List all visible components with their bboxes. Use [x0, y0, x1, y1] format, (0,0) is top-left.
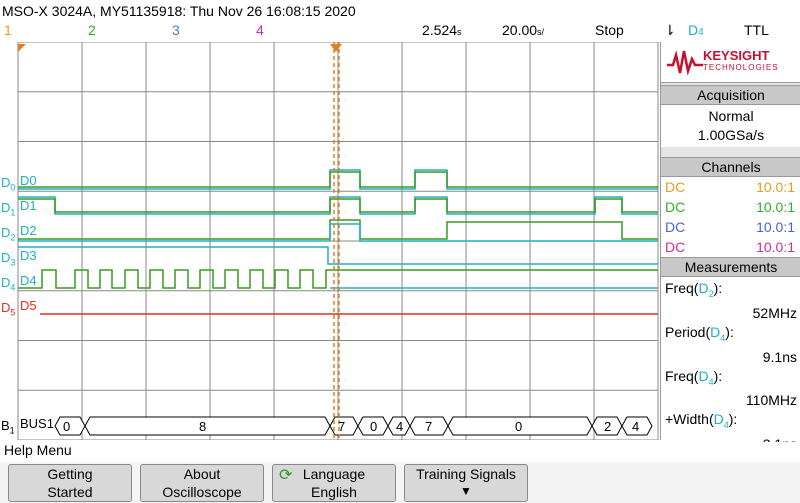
acquisition-mode: Normal	[708, 108, 754, 124]
measurement-value: 52MHz	[752, 304, 797, 321]
measurement-value: 110MHz	[745, 392, 797, 409]
d3-label: D3	[20, 248, 37, 263]
language-button[interactable]: ⟳ Language English	[272, 464, 396, 502]
d4-label: D4	[20, 273, 37, 288]
help-menu-label: Help Menu	[0, 442, 800, 462]
right-sidebar: KEYSIGHT TECHNOLOGIES Acquisition Normal …	[660, 42, 800, 455]
acquisition-panel: Normal 1.00GSa/s	[661, 105, 800, 147]
d2-tag: D2	[1, 225, 16, 243]
bus-value: 7	[425, 419, 433, 434]
channel-row-1[interactable]: DC 10.0:1	[661, 177, 800, 197]
bus-value: 0	[370, 419, 378, 434]
timebase-scale[interactable]: 20.00s/	[502, 22, 544, 38]
logo-brand: KEYSIGHT	[703, 48, 770, 63]
measurements-panel: Freq(D2): 52MHz Period(D4): 9.1ns Freq(D…	[661, 277, 800, 455]
d0-tag: D0	[1, 175, 16, 193]
channel-3-label[interactable]: 3	[172, 22, 180, 38]
arrow-down-icon: ▼	[460, 484, 472, 498]
logo-sub: TECHNOLOGIES	[703, 63, 779, 72]
bus-value: 0	[63, 419, 71, 434]
channel-1-label[interactable]: 1	[4, 22, 12, 38]
bus-value: 2	[604, 419, 612, 434]
channel-4-label[interactable]: 4	[256, 22, 264, 38]
getting-started-button[interactable]: Getting Started	[8, 464, 132, 502]
bus-value: 4	[632, 419, 640, 434]
softkey-bar: Getting Started About Oscilloscope ⟳ Langu…	[0, 462, 800, 503]
trigger-type[interactable]: TTL	[744, 22, 769, 38]
d4-tag: D4	[1, 275, 16, 293]
timebase-delay[interactable]: 2.524s	[422, 22, 462, 38]
bus-value: 8	[199, 419, 207, 434]
d5-label: D5	[20, 298, 37, 313]
bus-value: 0	[515, 419, 523, 434]
d3-tag: D3	[1, 250, 16, 268]
bus-segment	[84, 416, 331, 436]
bus-label: BUS1	[20, 416, 54, 431]
run-state[interactable]: Stop	[595, 22, 624, 38]
channels-header[interactable]: Channels	[661, 157, 800, 177]
bus-tag: B1	[1, 418, 15, 436]
measurement-label: +Width(D4):	[665, 411, 738, 431]
measurement-value: 9.1ns	[762, 348, 797, 365]
training-signals-button[interactable]: Training Signals ▼	[404, 464, 528, 502]
rotate-icon: ⟳	[279, 467, 293, 484]
channel-row-2[interactable]: DC 10.0:1	[661, 197, 800, 217]
measurements-header[interactable]: Measurements	[661, 257, 800, 277]
acquisition-header[interactable]: Acquisition	[661, 85, 800, 105]
about-oscilloscope-button[interactable]: About Oscilloscope	[140, 464, 264, 502]
channel-row-4[interactable]: DC 10.0:1	[661, 237, 800, 257]
bus-value: 4	[396, 419, 404, 434]
measurement-label: Freq(D4):	[665, 367, 723, 387]
channel-2-label[interactable]: 2	[88, 22, 96, 38]
waveform-display[interactable]	[0, 42, 660, 440]
d1-tag: D1	[1, 200, 16, 218]
d1-label: D1	[20, 198, 37, 213]
bus-value: 7	[338, 419, 346, 434]
channel-row-3[interactable]: DC 10.0:1	[661, 217, 800, 237]
measurement-label: Period(D4):	[665, 323, 734, 343]
d2-label: D2	[20, 223, 37, 238]
trigger-source[interactable]: D4	[688, 22, 704, 38]
keysight-wave-icon	[667, 50, 703, 76]
d5-tag: D5	[1, 300, 16, 318]
trigger-edge-icon: ⇂	[664, 22, 676, 38]
acquisition-rate: 1.00GSa/s	[697, 127, 765, 143]
window-title: MSO-X 3024A, MY51135918: Thu Nov 26 16:0…	[2, 3, 356, 19]
keysight-logo: KEYSIGHT TECHNOLOGIES	[661, 42, 800, 83]
channel-bar: 1 2 3 4 2.524s 20.00s/ Stop ⇂ D4 TTL	[0, 22, 769, 42]
measurement-label: Freq(D2):	[665, 280, 723, 299]
d0-label: D0	[20, 173, 37, 188]
